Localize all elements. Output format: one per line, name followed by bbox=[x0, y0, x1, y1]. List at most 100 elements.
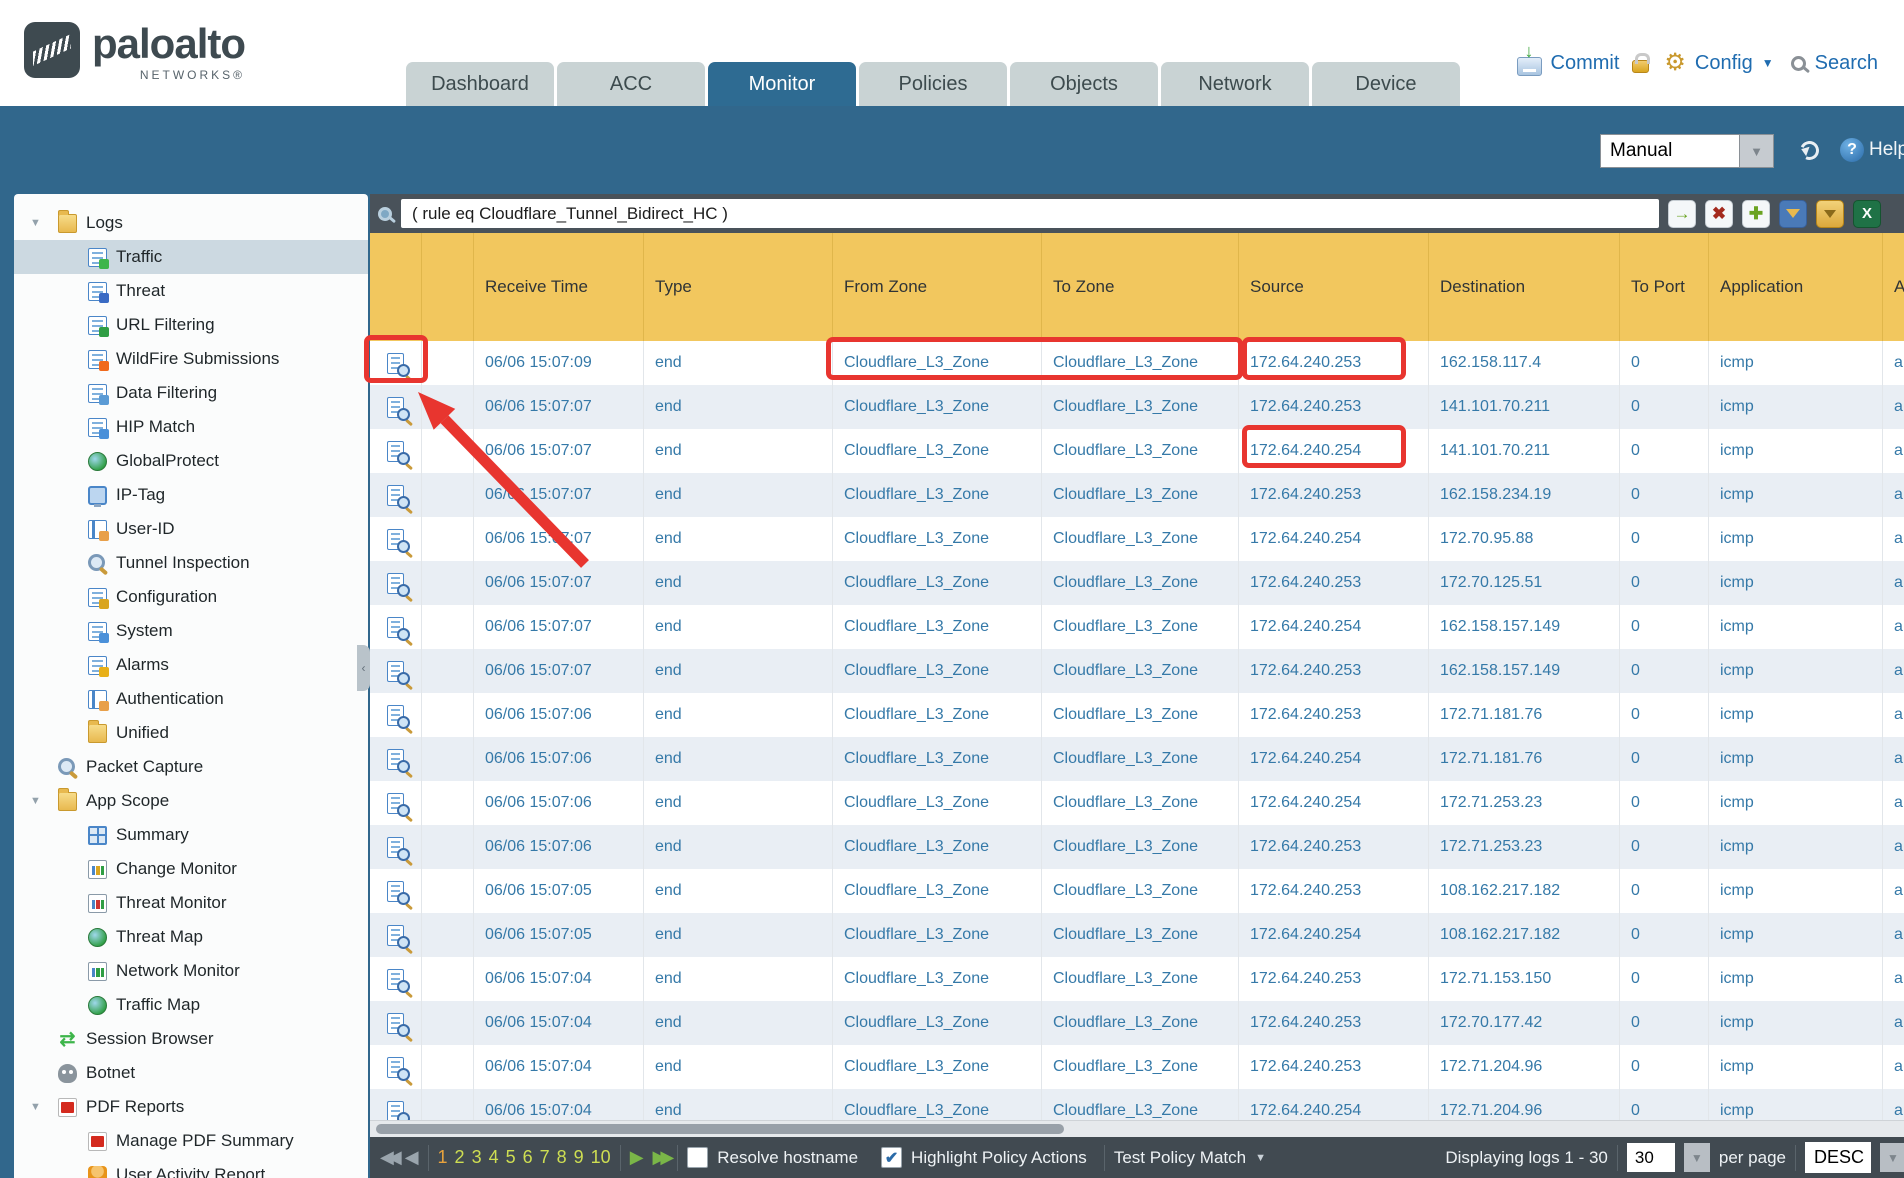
sidebar-item-globalprotect[interactable]: GlobalProtect bbox=[14, 444, 368, 478]
cell-application[interactable]: icmp bbox=[1709, 693, 1883, 737]
page-number-7[interactable]: 7 bbox=[540, 1147, 550, 1168]
cell-source[interactable]: 172.64.240.253 bbox=[1239, 825, 1429, 869]
prev-page-icon[interactable] bbox=[405, 1147, 419, 1168]
cell-from-zone[interactable]: Cloudflare_L3_Zone bbox=[833, 341, 1042, 385]
cell-from-zone[interactable]: Cloudflare_L3_Zone bbox=[833, 605, 1042, 649]
cell-application[interactable]: icmp bbox=[1709, 957, 1883, 1001]
sidebar-item-user-id[interactable]: User-ID bbox=[14, 512, 368, 546]
cell-to-zone[interactable]: Cloudflare_L3_Zone bbox=[1042, 1089, 1239, 1120]
page-number-3[interactable]: 3 bbox=[472, 1147, 482, 1168]
sidebar-item-user-activity-report[interactable]: User Activity Report bbox=[14, 1158, 368, 1178]
cell-from-zone[interactable]: Cloudflare_L3_Zone bbox=[833, 1089, 1042, 1120]
cell-to-port[interactable]: 0 bbox=[1620, 957, 1709, 1001]
sidebar-item-logs[interactable]: Logs bbox=[14, 206, 368, 240]
cell-to-zone[interactable]: Cloudflare_L3_Zone bbox=[1042, 825, 1239, 869]
tab-monitor[interactable]: Monitor bbox=[708, 62, 856, 106]
cell-type[interactable]: end bbox=[644, 1001, 833, 1045]
tab-policies[interactable]: Policies bbox=[859, 62, 1007, 106]
cell-from-zone[interactable]: Cloudflare_L3_Zone bbox=[833, 1045, 1042, 1089]
cell-receive-time[interactable]: 06/06 15:07:07 bbox=[474, 649, 644, 693]
cell-application[interactable]: icmp bbox=[1709, 429, 1883, 473]
cell-destination[interactable]: 172.71.253.23 bbox=[1429, 781, 1620, 825]
help-icon[interactable] bbox=[1840, 138, 1864, 162]
cell-to-zone[interactable]: Cloudflare_L3_Zone bbox=[1042, 385, 1239, 429]
refresh-interval-select[interactable]: Manual bbox=[1600, 134, 1774, 168]
cell-a[interactable]: a bbox=[1883, 869, 1904, 913]
cell-destination[interactable]: 141.101.70.211 bbox=[1429, 385, 1620, 429]
cell-source[interactable]: 172.64.240.253 bbox=[1239, 473, 1429, 517]
config-dropdown-caret-icon[interactable] bbox=[1762, 56, 1774, 70]
cell-type[interactable]: end bbox=[644, 473, 833, 517]
log-detail-icon[interactable] bbox=[387, 881, 404, 902]
cell-type[interactable]: end bbox=[644, 341, 833, 385]
cell-type[interactable]: end bbox=[644, 561, 833, 605]
cell-to-port[interactable]: 0 bbox=[1620, 1001, 1709, 1045]
cell-receive-time[interactable]: 06/06 15:07:07 bbox=[474, 385, 644, 429]
sidebar-item-alarms[interactable]: Alarms bbox=[14, 648, 368, 682]
page-number-6[interactable]: 6 bbox=[523, 1147, 533, 1168]
cell-to-zone[interactable]: Cloudflare_L3_Zone bbox=[1042, 869, 1239, 913]
cell-to-port[interactable]: 0 bbox=[1620, 385, 1709, 429]
cell-from-zone[interactable]: Cloudflare_L3_Zone bbox=[833, 957, 1042, 1001]
column-header-a[interactable]: A bbox=[1883, 233, 1904, 341]
cell-to-zone[interactable]: Cloudflare_L3_Zone bbox=[1042, 649, 1239, 693]
cell-type[interactable]: end bbox=[644, 429, 833, 473]
lock-icon[interactable] bbox=[1632, 60, 1649, 73]
sidebar-item-pdf-reports[interactable]: PDF Reports bbox=[14, 1090, 368, 1124]
cell-a[interactable]: a bbox=[1883, 1089, 1904, 1120]
cell-to-port[interactable]: 0 bbox=[1620, 561, 1709, 605]
cell-to-port[interactable]: 0 bbox=[1620, 517, 1709, 561]
cell-destination[interactable]: 172.71.204.96 bbox=[1429, 1045, 1620, 1089]
log-detail-icon[interactable] bbox=[387, 1013, 404, 1034]
search-button[interactable]: Search bbox=[1815, 52, 1878, 75]
cell-from-zone[interactable]: Cloudflare_L3_Zone bbox=[833, 473, 1042, 517]
cell-a[interactable]: a bbox=[1883, 693, 1904, 737]
cell-type[interactable]: end bbox=[644, 737, 833, 781]
cell-a[interactable]: a bbox=[1883, 1001, 1904, 1045]
cell-to-zone[interactable]: Cloudflare_L3_Zone bbox=[1042, 957, 1239, 1001]
cell-type[interactable]: end bbox=[644, 869, 833, 913]
cell-destination[interactable]: 108.162.217.182 bbox=[1429, 913, 1620, 957]
help-label[interactable]: Help bbox=[1869, 139, 1904, 161]
cell-destination[interactable]: 162.158.117.4 bbox=[1429, 341, 1620, 385]
cell-application[interactable]: icmp bbox=[1709, 1001, 1883, 1045]
cell-receive-time[interactable]: 06/06 15:07:06 bbox=[474, 825, 644, 869]
page-number-5[interactable]: 5 bbox=[506, 1147, 516, 1168]
cell-source[interactable]: 172.64.240.254 bbox=[1239, 1089, 1429, 1120]
sidebar-item-configuration[interactable]: Configuration bbox=[14, 580, 368, 614]
column-header-to-zone[interactable]: To Zone bbox=[1042, 233, 1239, 341]
tab-acc[interactable]: ACC bbox=[557, 62, 705, 106]
sidebar-item-change-monitor[interactable]: Change Monitor bbox=[14, 852, 368, 886]
expand-triangle-icon[interactable] bbox=[30, 217, 41, 229]
sort-order-select[interactable]: DESC bbox=[1805, 1142, 1871, 1173]
cell-to-port[interactable]: 0 bbox=[1620, 1089, 1709, 1120]
column-header-from-zone[interactable]: From Zone bbox=[833, 233, 1042, 341]
cell-source[interactable]: 172.64.240.254 bbox=[1239, 517, 1429, 561]
cell-application[interactable]: icmp bbox=[1709, 385, 1883, 429]
test-policy-match-caret-icon[interactable] bbox=[1255, 1152, 1266, 1164]
log-detail-icon[interactable] bbox=[387, 749, 404, 770]
log-detail-icon[interactable] bbox=[387, 573, 404, 594]
cell-to-zone[interactable]: Cloudflare_L3_Zone bbox=[1042, 913, 1239, 957]
sidebar-item-threat-map[interactable]: Threat Map bbox=[14, 920, 368, 954]
cell-type[interactable]: end bbox=[644, 517, 833, 561]
sidebar-item-summary[interactable]: Summary bbox=[14, 818, 368, 852]
sidebar-item-tunnel-inspection[interactable]: Tunnel Inspection bbox=[14, 546, 368, 580]
sidebar-collapse-handle[interactable] bbox=[357, 645, 370, 691]
sidebar-item-session-browser[interactable]: Session Browser bbox=[14, 1022, 368, 1056]
cell-source[interactable]: 172.64.240.253 bbox=[1239, 1001, 1429, 1045]
sidebar-item-threat-monitor[interactable]: Threat Monitor bbox=[14, 886, 368, 920]
cell-source[interactable]: 172.64.240.254 bbox=[1239, 429, 1429, 473]
cell-source[interactable]: 172.64.240.253 bbox=[1239, 561, 1429, 605]
cell-a[interactable]: a bbox=[1883, 561, 1904, 605]
config-button[interactable]: Config bbox=[1695, 52, 1753, 75]
sidebar-item-traffic[interactable]: Traffic bbox=[14, 240, 368, 274]
cell-destination[interactable]: 162.158.157.149 bbox=[1429, 605, 1620, 649]
cell-from-zone[interactable]: Cloudflare_L3_Zone bbox=[833, 693, 1042, 737]
cell-a[interactable]: a bbox=[1883, 781, 1904, 825]
resolve-hostname-checkbox[interactable] bbox=[687, 1147, 708, 1168]
sidebar-item-packet-capture[interactable]: Packet Capture bbox=[14, 750, 368, 784]
cell-receive-time[interactable]: 06/06 15:07:04 bbox=[474, 1001, 644, 1045]
cell-receive-time[interactable]: 06/06 15:07:04 bbox=[474, 1045, 644, 1089]
cell-receive-time[interactable]: 06/06 15:07:07 bbox=[474, 429, 644, 473]
